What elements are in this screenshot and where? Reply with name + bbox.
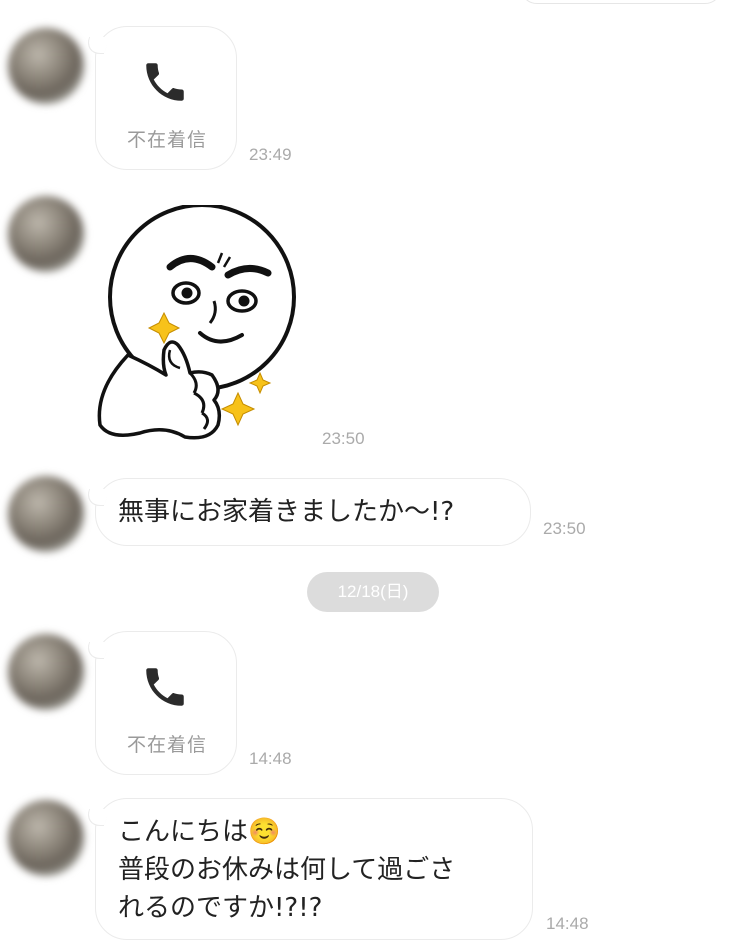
message-timestamp: 23:50 [322,429,365,448]
message-timestamp: 23:50 [543,519,586,538]
message-text: 無事にお家着きましたか〜!? [118,497,455,527]
missed-call-bubble[interactable]: 不在着信 [95,631,237,775]
contact-avatar[interactable] [8,800,84,876]
message-timestamp: 23:49 [249,145,292,164]
missed-call-bubble[interactable]: 不在着信 [95,26,237,170]
missed-call-label: 不在着信 [126,734,207,756]
date-separator: 12/18(日) [307,572,439,612]
contact-avatar[interactable] [8,196,84,272]
contact-avatar[interactable] [8,476,84,552]
phone-icon [146,668,184,706]
contact-avatar[interactable] [8,634,84,710]
phone-icon [146,63,184,101]
missed-call-label: 不在着信 [126,129,207,151]
message-text: こんにちは☺️ 普段のお休みは何して過ごさ れるのですか!?!? [118,817,456,923]
thumbs-up-moon-sticker[interactable] [90,205,320,455]
previous-message-bubble[interactable] [520,0,722,4]
message-timestamp: 14:48 [249,749,292,768]
message-timestamp: 14:48 [546,914,589,933]
message-bubble[interactable]: こんにちは☺️ 普段のお休みは何して過ごさ れるのですか!?!? [95,798,533,940]
message-bubble[interactable]: 無事にお家着きましたか〜!? [95,478,531,546]
contact-avatar[interactable] [8,28,84,104]
